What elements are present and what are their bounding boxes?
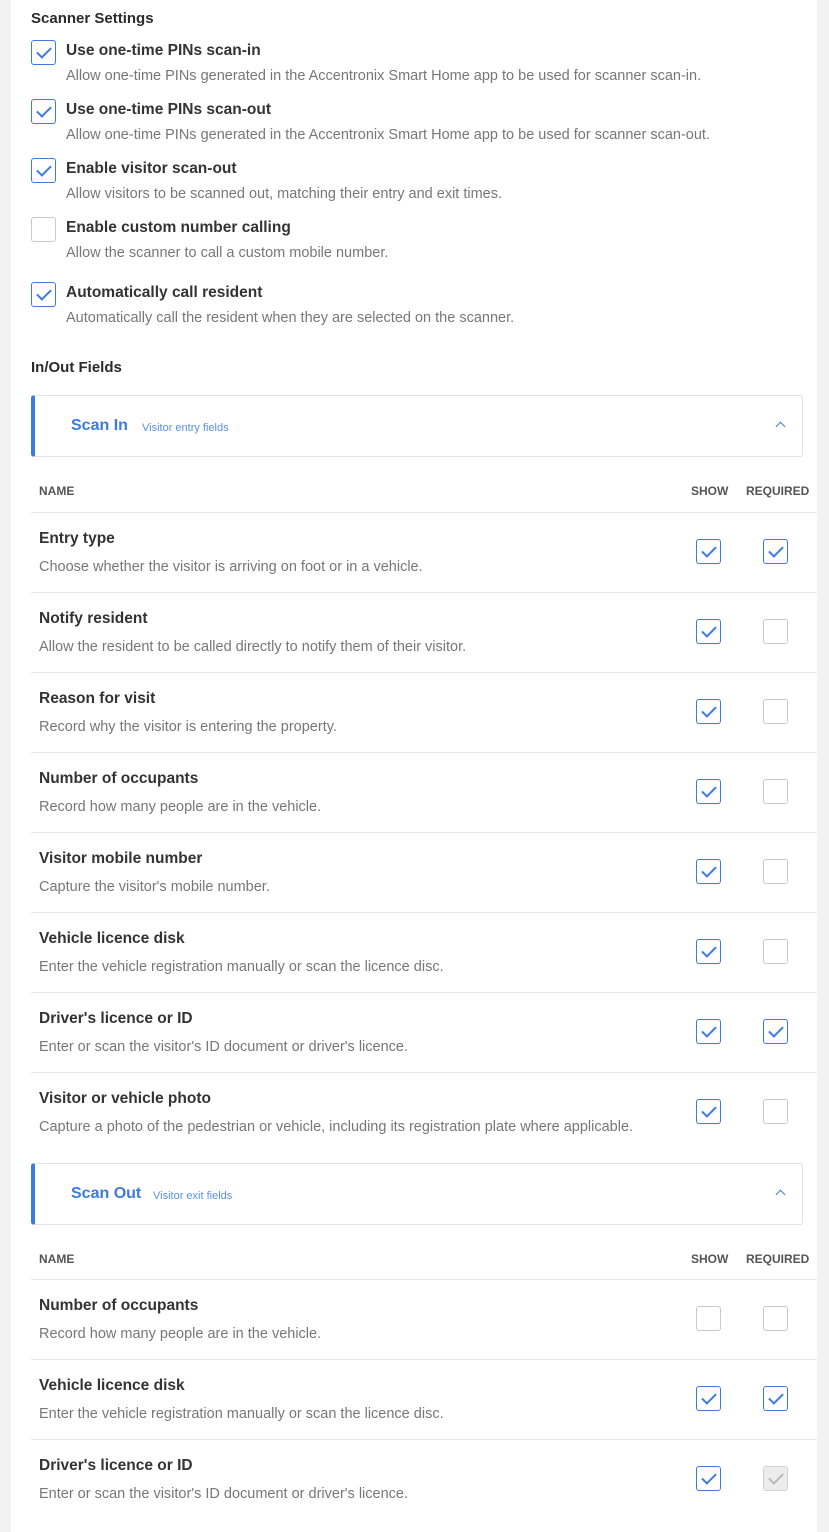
field-description: Record how many people are in the vehicl… (39, 1326, 322, 1342)
setting-label: Enable visitor scan-out (66, 160, 237, 177)
field-description: Choose whether the visitor is arriving o… (39, 559, 423, 575)
settings-page: Scanner Settings Use one-time PINs scan-… (11, 0, 817, 1532)
setting-label: Use one-time PINs scan-out (66, 101, 271, 118)
table-row: Vehicle licence disk Enter the vehicle re… (31, 1359, 817, 1439)
field-name: Visitor or vehicle photo (39, 1090, 211, 1107)
setting-custom-number-calling: Enable custom number calling Allow the s… (31, 217, 811, 267)
field-name: Driver's licence or ID (39, 1010, 193, 1027)
table-row: Number of occupants Record how many peopl… (31, 1279, 817, 1359)
show-checkbox[interactable] (696, 779, 721, 804)
field-description: Record how many people are in the vehicl… (39, 799, 322, 815)
column-header-name: NAME (39, 1252, 75, 1266)
table-row: Driver's licence or ID Enter or scan the … (31, 992, 817, 1072)
field-description: Capture a photo of the pedestrian or veh… (39, 1119, 634, 1135)
column-header-required: REQUIRED (746, 484, 810, 498)
show-checkbox[interactable] (696, 1099, 721, 1124)
chevron-up-icon[interactable] (775, 421, 786, 432)
field-description: Record why the visitor is entering the p… (39, 719, 337, 735)
table-row: Vehicle licence disk Enter the vehicle re… (31, 912, 817, 992)
scan-in-panel-header[interactable]: Scan In Visitor entry fields (31, 395, 803, 457)
scanner-settings-title: Scanner Settings (31, 10, 154, 27)
show-checkbox[interactable] (696, 939, 721, 964)
otp-scan-out-checkbox[interactable] (31, 99, 56, 124)
setting-auto-call-resident: Automatically call resident Automaticall… (31, 282, 811, 332)
setting-otp-scan-out: Use one-time PINs scan-out Allow one-tim… (31, 99, 811, 149)
required-checkbox[interactable] (763, 779, 788, 804)
chevron-up-icon[interactable] (775, 1189, 786, 1200)
required-checkbox[interactable] (763, 1019, 788, 1044)
setting-otp-scan-in: Use one-time PINs scan-in Allow one-time… (31, 40, 811, 90)
setting-description: Allow one-time PINs generated in the Acc… (66, 68, 702, 84)
scan-out-table-header: NAME SHOW REQUIRED (31, 1240, 817, 1280)
required-checkbox[interactable] (763, 1466, 788, 1491)
scan-out-subtitle: Visitor exit fields (153, 1190, 233, 1202)
field-name: Vehicle licence disk (39, 930, 185, 947)
field-description: Enter the vehicle registration manually … (39, 959, 444, 975)
table-row: Number of occupants Record how many peopl… (31, 752, 817, 832)
required-checkbox[interactable] (763, 1386, 788, 1411)
required-checkbox[interactable] (763, 859, 788, 884)
required-checkbox[interactable] (763, 619, 788, 644)
field-description: Enter or scan the visitor's ID document … (39, 1039, 408, 1055)
show-checkbox[interactable] (696, 699, 721, 724)
scan-in-table-header: NAME SHOW REQUIRED (31, 472, 817, 512)
setting-label: Enable custom number calling (66, 219, 291, 236)
show-checkbox[interactable] (696, 619, 721, 644)
table-row: Visitor or vehicle photo Capture a photo … (31, 1072, 817, 1152)
field-name: Visitor mobile number (39, 850, 203, 867)
field-name: Vehicle licence disk (39, 1377, 185, 1394)
custom-number-calling-checkbox[interactable] (31, 217, 56, 242)
show-checkbox[interactable] (696, 1306, 721, 1331)
field-name: Number of occupants (39, 1297, 199, 1314)
field-name: Reason for visit (39, 690, 156, 707)
required-checkbox[interactable] (763, 1306, 788, 1331)
setting-label: Automatically call resident (66, 284, 263, 301)
show-checkbox[interactable] (696, 1019, 721, 1044)
otp-scan-in-checkbox[interactable] (31, 40, 56, 65)
setting-visitor-scan-out: Enable visitor scan-out Allow visitors t… (31, 158, 811, 208)
setting-label: Use one-time PINs scan-in (66, 42, 261, 59)
required-checkbox[interactable] (763, 699, 788, 724)
show-checkbox[interactable] (696, 1466, 721, 1491)
field-description: Capture the visitor's mobile number. (39, 879, 270, 895)
field-description: Enter or scan the visitor's ID document … (39, 1486, 408, 1502)
show-checkbox[interactable] (696, 1386, 721, 1411)
in-out-fields-title: In/Out Fields (31, 359, 122, 376)
table-row: Reason for visit Record why the visitor i… (31, 672, 817, 752)
scan-in-subtitle: Visitor entry fields (142, 422, 229, 434)
column-header-required: REQUIRED (746, 1252, 810, 1266)
show-checkbox[interactable] (696, 539, 721, 564)
column-header-show: SHOW (691, 1252, 729, 1266)
show-checkbox[interactable] (696, 859, 721, 884)
field-name: Number of occupants (39, 770, 199, 787)
required-checkbox[interactable] (763, 539, 788, 564)
scan-out-panel-header[interactable]: Scan Out Visitor exit fields (31, 1163, 803, 1225)
scan-in-title: Scan In (71, 417, 128, 434)
auto-call-resident-checkbox[interactable] (31, 282, 56, 307)
scan-out-title: Scan Out (71, 1185, 142, 1202)
required-checkbox[interactable] (763, 939, 788, 964)
required-checkbox[interactable] (763, 1099, 788, 1124)
field-description: Allow the resident to be called directly… (39, 639, 467, 655)
table-row: Notify resident Allow the resident to be … (31, 592, 817, 672)
column-header-show: SHOW (691, 484, 729, 498)
setting-description: Allow one-time PINs generated in the Acc… (66, 127, 710, 143)
field-name: Entry type (39, 530, 115, 547)
table-row: Entry type Choose whether the visitor is … (31, 512, 817, 592)
setting-description: Automatically call the resident when the… (66, 310, 515, 326)
setting-description: Allow visitors to be scanned out, matchi… (66, 186, 503, 202)
column-header-name: NAME (39, 484, 75, 498)
setting-description: Allow the scanner to call a custom mobil… (66, 245, 389, 261)
table-row: Driver's licence or ID Enter or scan the … (31, 1439, 817, 1519)
visitor-scan-out-checkbox[interactable] (31, 158, 56, 183)
table-row: Visitor mobile number Capture the visitor… (31, 832, 817, 912)
field-description: Enter the vehicle registration manually … (39, 1406, 444, 1422)
field-name: Notify resident (39, 610, 148, 627)
field-name: Driver's licence or ID (39, 1457, 193, 1474)
